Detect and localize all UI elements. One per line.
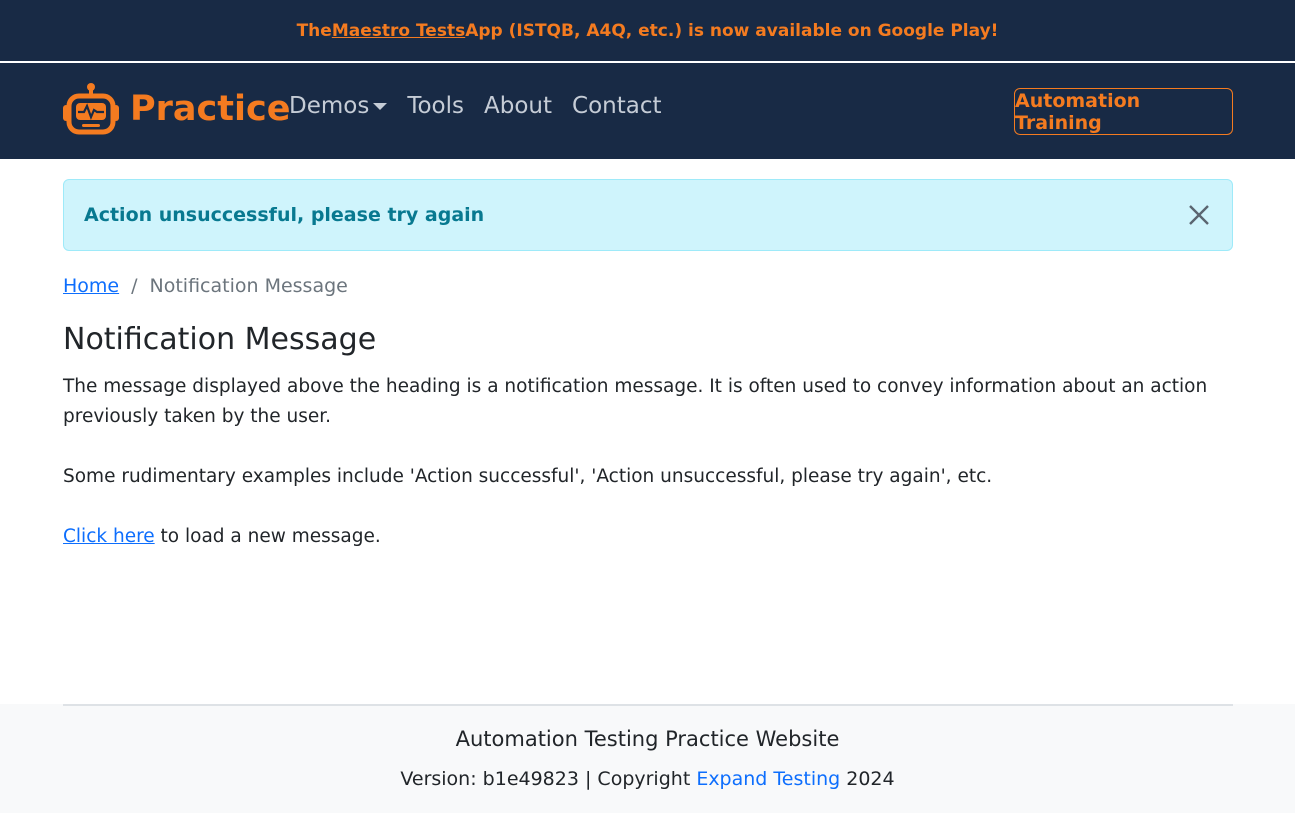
intro-paragraph: The message displayed above the heading … [63, 376, 1208, 427]
copyright-year: 2024 [840, 768, 895, 790]
version-text: Version: b1e49823 | Copyright [400, 768, 697, 790]
nav-demos[interactable]: Demos [289, 93, 388, 119]
examples-paragraph: Some rudimentary examples include 'Actio… [63, 466, 993, 487]
nav-links: Demos Tools About Contact [289, 93, 682, 119]
notification-alert: Action unsuccessful, please try again [63, 179, 1233, 251]
nav-about[interactable]: About [484, 93, 552, 119]
brand-logo[interactable]: Practice [62, 81, 291, 137]
page-content: The message displayed above the heading … [63, 372, 1233, 552]
automation-training-button[interactable]: Automation Training [1014, 88, 1233, 135]
nav-demos-label: Demos [289, 93, 370, 119]
alert-message: Action unsuccessful, please try again [84, 204, 485, 226]
load-message-text: to load a new message. [154, 526, 381, 547]
promo-banner: The Maestro Tests App (ISTQB, A4Q, etc.)… [0, 0, 1295, 61]
chevron-down-icon [373, 102, 388, 110]
breadcrumb-separator: / [131, 275, 138, 297]
footer-version: Version: b1e49823 | Copyright Expand Tes… [0, 768, 1295, 790]
robot-icon [63, 83, 119, 135]
nav-contact[interactable]: Contact [572, 93, 661, 119]
promo-suffix: App (ISTQB, A4Q, etc.) is now available … [465, 20, 999, 41]
load-message-paragraph: Click here to load a new message. [63, 522, 1233, 552]
footer-title: Automation Testing Practice Website [455, 727, 840, 751]
breadcrumb-current: Notification Message [149, 275, 348, 297]
click-here-link[interactable]: Click here [63, 526, 155, 547]
nav-tools[interactable]: Tools [407, 93, 464, 119]
footer-divider [63, 704, 1233, 706]
expand-testing-link[interactable]: Expand Testing [696, 768, 840, 790]
breadcrumb-home[interactable]: Home [63, 275, 119, 297]
promo-prefix: The [296, 20, 332, 41]
maestro-tests-link[interactable]: Maestro Tests [332, 21, 465, 41]
navbar: Practice Demos Tools About Contact Autom… [0, 63, 1295, 159]
page-title: Notification Message [63, 322, 377, 357]
breadcrumb: Home / Notification Message [63, 275, 348, 297]
footer: Automation Testing Practice Website Vers… [0, 704, 1295, 813]
close-icon[interactable] [1186, 202, 1212, 228]
brand-name: Practice [130, 89, 291, 129]
